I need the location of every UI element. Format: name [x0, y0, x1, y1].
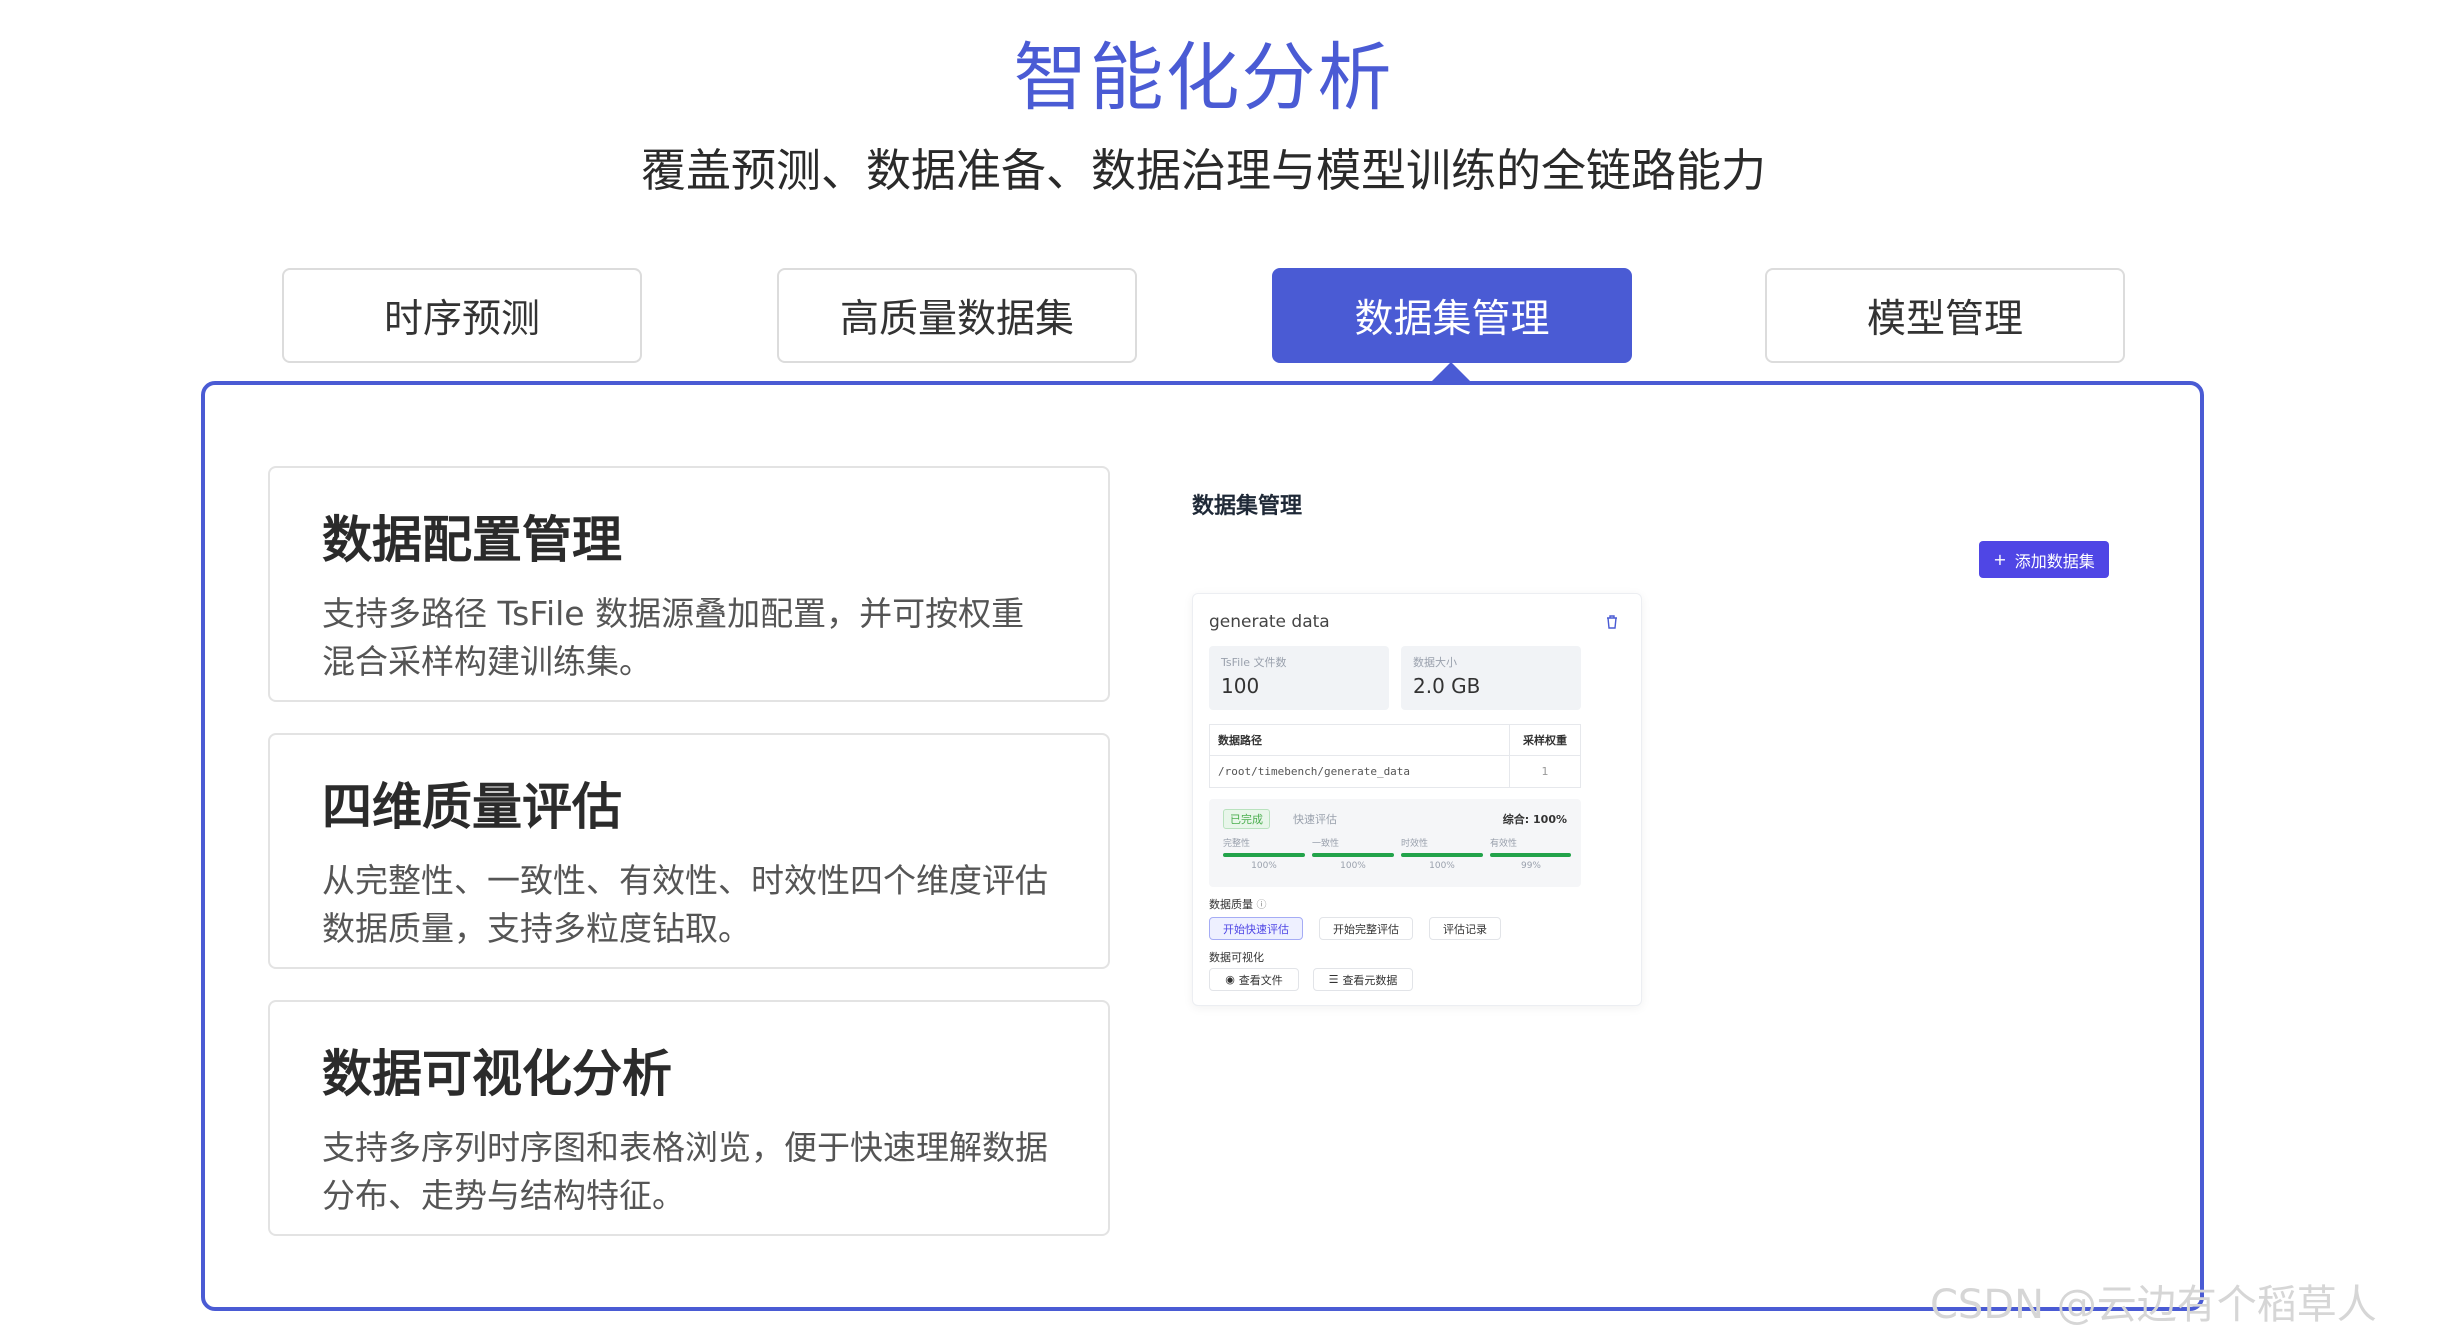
- quality-section-label: 数据质量 ⓘ: [1209, 896, 1267, 912]
- feature-desc: 支持多序列时序图和表格浏览，便于快速理解数据分布、走势与结构特征。: [322, 1128, 1048, 1215]
- view-metadata-button[interactable]: ☰ 查看元数据: [1313, 968, 1413, 991]
- feature-desc: 从完整性、一致性、有效性、时效性四个维度评估数据质量，支持多粒度钻取。: [322, 861, 1048, 948]
- evaluation-type: 快速评估: [1293, 813, 1337, 826]
- page-subtitle: 覆盖预测、数据准备、数据治理与模型训练的全链路能力: [640, 144, 1766, 197]
- metric-name: 有效性: [1490, 839, 1518, 849]
- feature-card-data-config: 数据配置管理 支持多路径 TsFile 数据源叠加配置，并可按权重混合采样构建训…: [268, 466, 1110, 702]
- tab-model-management[interactable]: 模型管理: [1765, 268, 2125, 363]
- view-metadata-label: 查看元数据: [1342, 973, 1398, 987]
- database-icon: ☰: [1328, 973, 1339, 986]
- view-files-label: 查看文件: [1238, 973, 1283, 987]
- quick-evaluate-button[interactable]: 开始快速评估: [1209, 917, 1303, 940]
- trash-icon[interactable]: [1605, 614, 1619, 630]
- mockup-page-title: 数据集管理: [1192, 494, 1303, 519]
- metric-name: 一致性: [1312, 839, 1340, 849]
- table-header-row: 数据路径 采样权重: [1210, 725, 1580, 756]
- metric-value: 100%: [1429, 861, 1455, 871]
- visualization-section-label: 数据可视化: [1209, 951, 1264, 964]
- metric-validity: 有效性 99%: [1490, 836, 1572, 871]
- table-header-path: 数据路径: [1210, 725, 1510, 755]
- data-path-table: 数据路径 采样权重 /root/timebench/generate_data …: [1209, 724, 1581, 788]
- dataset-card: generate data TsFile 文件数 100 数据大小 2.0 GB…: [1192, 593, 1642, 1006]
- quality-summary: 已完成 快速评估 综合: 100% 完整性 100% 一致性 100% 时效性 …: [1209, 799, 1581, 887]
- watermark: CSDN @云边有个稻草人: [1930, 1282, 2377, 1328]
- stat-value: 2.0 GB: [1413, 674, 1481, 698]
- full-evaluate-button[interactable]: 开始完整评估: [1319, 917, 1413, 940]
- add-dataset-button[interactable]: + 添加数据集: [1979, 541, 2109, 578]
- stat-data-size: 数据大小 2.0 GB: [1401, 646, 1581, 710]
- eye-icon: ◉: [1225, 973, 1235, 986]
- metric-name: 时效性: [1401, 839, 1429, 849]
- table-cell-path: /root/timebench/generate_data: [1210, 756, 1510, 787]
- tab-hq-dataset[interactable]: 高质量数据集: [777, 268, 1137, 363]
- metric-consistency: 一致性 100%: [1312, 836, 1394, 871]
- dataset-name: generate data: [1209, 612, 1330, 632]
- add-dataset-label: 添加数据集: [2014, 551, 2095, 571]
- stat-value: 100: [1221, 674, 1260, 698]
- feature-card-quality: 四维质量评估 从完整性、一致性、有效性、时效性四个维度评估数据质量，支持多粒度钻…: [268, 733, 1110, 969]
- metric-value: 100%: [1251, 861, 1277, 871]
- table-row: /root/timebench/generate_data 1: [1210, 756, 1580, 787]
- evaluation-history-button[interactable]: 评估记录: [1429, 917, 1501, 940]
- table-header-weight: 采样权重: [1523, 734, 1567, 747]
- status-badge: 已完成: [1223, 809, 1270, 829]
- stat-label: TsFile 文件数: [1221, 656, 1287, 669]
- tab-forecast[interactable]: 时序预测: [282, 268, 642, 363]
- info-icon: ⓘ: [1256, 900, 1267, 911]
- metric-bar: [1312, 853, 1394, 857]
- metric-timeliness: 时效性 100%: [1401, 836, 1483, 871]
- feature-title: 数据可视化分析: [322, 1045, 672, 1103]
- feature-desc: 支持多路径 TsFile 数据源叠加配置，并可按权重混合采样构建训练集。: [322, 594, 1025, 681]
- tab-dataset-management[interactable]: 数据集管理: [1272, 268, 1632, 363]
- active-tab-indicator: [1431, 362, 1471, 382]
- feature-title: 数据配置管理: [322, 511, 622, 569]
- view-files-button[interactable]: ◉ 查看文件: [1209, 968, 1299, 991]
- stat-file-count: TsFile 文件数 100: [1209, 646, 1389, 710]
- metric-bar: [1223, 853, 1305, 857]
- quality-label-text: 数据质量: [1209, 898, 1253, 911]
- metric-bar: [1401, 853, 1483, 857]
- metric-value: 100%: [1340, 861, 1366, 871]
- metric-bar: [1490, 853, 1572, 857]
- metric-value: 99%: [1520, 861, 1541, 871]
- feature-title: 四维质量评估: [322, 778, 622, 836]
- feature-card-visualization: 数据可视化分析 支持多序列时序图和表格浏览，便于快速理解数据分布、走势与结构特征…: [268, 1000, 1110, 1236]
- stat-label: 数据大小: [1413, 656, 1457, 669]
- metric-completeness: 完整性 100%: [1223, 836, 1305, 871]
- table-cell-weight: 1: [1541, 765, 1549, 778]
- overall-score: 综合: 100%: [1502, 813, 1567, 826]
- metric-name: 完整性: [1223, 839, 1251, 849]
- plus-icon: +: [1993, 550, 2007, 569]
- page-title: 智能化分析: [1013, 35, 1394, 121]
